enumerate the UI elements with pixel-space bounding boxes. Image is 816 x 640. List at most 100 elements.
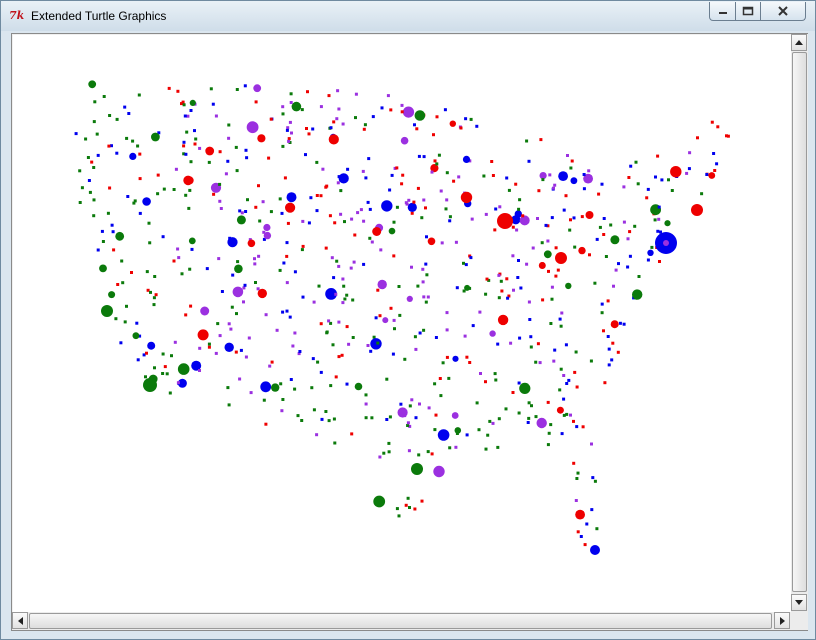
city-dot xyxy=(433,382,437,386)
city-dot xyxy=(207,160,211,164)
city-dot xyxy=(433,465,445,478)
city-dot xyxy=(368,236,372,240)
city-dot xyxy=(138,177,142,181)
city-dot xyxy=(172,259,176,263)
city-dot xyxy=(420,499,424,503)
vertical-scroll-thumb[interactable] xyxy=(792,52,807,592)
city-dot xyxy=(244,355,248,359)
maximize-button[interactable] xyxy=(735,2,761,21)
city-dot xyxy=(514,182,518,186)
city-dot xyxy=(324,410,328,413)
city-dot xyxy=(300,108,304,112)
city-dot xyxy=(188,188,192,192)
city-dot xyxy=(485,277,489,281)
scroll-right-button[interactable] xyxy=(774,612,790,629)
city-dot xyxy=(569,218,572,222)
city-dot xyxy=(289,378,293,381)
city-dot xyxy=(187,206,191,210)
city-dot xyxy=(527,401,531,405)
city-dot xyxy=(517,411,521,415)
city-dot xyxy=(207,342,211,346)
city-dot xyxy=(325,330,329,334)
city-dot xyxy=(319,194,323,198)
city-dot xyxy=(168,391,172,395)
city-dot xyxy=(705,173,709,176)
city-dot xyxy=(497,314,509,326)
city-dot xyxy=(550,297,554,301)
city-dot xyxy=(445,355,449,359)
city-dot xyxy=(633,224,637,228)
city-dot xyxy=(257,254,261,258)
city-dot xyxy=(415,127,419,131)
city-dot xyxy=(256,287,260,291)
city-marker-large xyxy=(590,545,600,555)
city-dot xyxy=(328,134,339,145)
city-dot xyxy=(293,270,297,274)
city-dot xyxy=(80,186,84,190)
scroll-left-button[interactable] xyxy=(12,612,28,629)
city-dot xyxy=(489,330,496,337)
city-dot xyxy=(353,233,357,237)
city-dot xyxy=(422,328,426,332)
city-dot xyxy=(410,265,413,269)
city-dot xyxy=(107,144,111,148)
close-button[interactable] xyxy=(760,2,806,21)
city-dot xyxy=(570,159,574,163)
tk-app-icon[interactable]: 7k xyxy=(9,9,24,22)
city-dot xyxy=(131,139,135,143)
city-dot xyxy=(417,154,421,158)
minimize-button[interactable] xyxy=(709,2,736,21)
city-dot xyxy=(392,220,396,224)
city-dot xyxy=(550,285,554,289)
city-dot xyxy=(407,202,417,212)
city-dot xyxy=(377,279,387,290)
scroll-down-button[interactable] xyxy=(791,594,807,611)
city-dot xyxy=(228,236,232,240)
city-dot xyxy=(455,432,459,435)
city-dot xyxy=(531,246,535,250)
city-dot xyxy=(427,406,431,410)
city-dot xyxy=(161,352,165,356)
city-dot xyxy=(291,344,295,348)
city-dot xyxy=(517,207,521,211)
city-dot xyxy=(468,361,472,364)
city-dot xyxy=(176,381,180,385)
city-dot xyxy=(626,237,630,241)
city-dot xyxy=(426,295,430,299)
city-dot xyxy=(224,342,234,352)
city-dot xyxy=(465,433,469,437)
title-bar[interactable]: 7k Extended Turtle Graphics xyxy=(1,1,815,31)
city-dot xyxy=(566,154,569,157)
city-dot xyxy=(244,148,248,152)
vertical-scrollbar[interactable] xyxy=(791,34,808,612)
city-dot xyxy=(246,198,249,202)
city-dot xyxy=(475,124,479,128)
city-dot xyxy=(332,276,336,280)
city-dot xyxy=(445,328,449,332)
city-dot xyxy=(293,331,297,335)
city-dot xyxy=(598,225,602,229)
city-dot xyxy=(329,384,333,388)
city-dot xyxy=(281,112,285,116)
city-dot xyxy=(497,296,501,300)
city-dot xyxy=(242,300,245,304)
city-dot xyxy=(263,223,271,232)
city-dot xyxy=(332,120,336,124)
city-dot xyxy=(445,198,449,202)
city-dot xyxy=(230,305,234,309)
city-dot xyxy=(242,286,246,290)
city-dot xyxy=(207,345,211,349)
horizontal-scroll-thumb[interactable] xyxy=(29,613,772,629)
turtle-canvas[interactable] xyxy=(13,35,791,612)
city-dot xyxy=(132,201,136,205)
scroll-up-button[interactable] xyxy=(791,34,807,51)
maximize-icon xyxy=(742,6,754,16)
city-dot xyxy=(447,376,451,380)
city-dot xyxy=(582,173,586,176)
horizontal-scrollbar[interactable] xyxy=(12,612,791,630)
city-dot xyxy=(441,361,445,365)
city-dot xyxy=(390,173,394,177)
city-dot xyxy=(395,205,399,209)
city-dot xyxy=(470,217,474,221)
city-dot xyxy=(504,407,508,411)
